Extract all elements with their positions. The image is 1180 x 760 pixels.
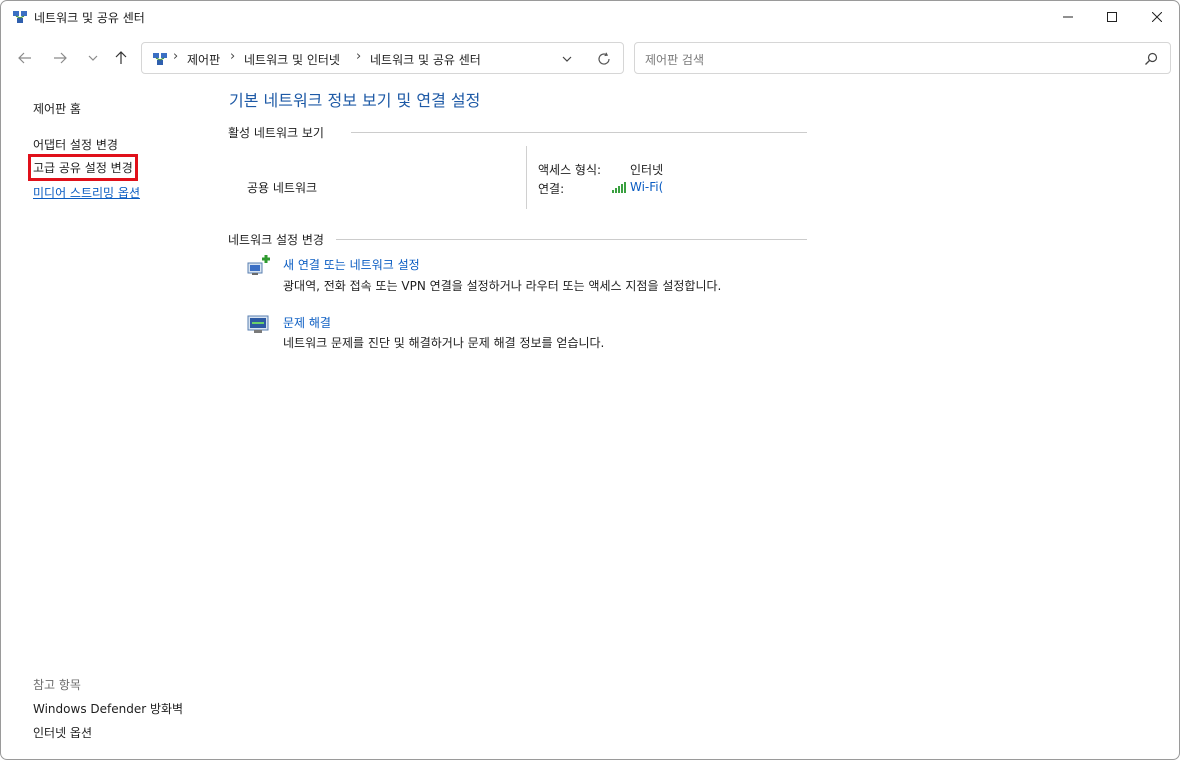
section-divider — [351, 132, 807, 133]
wifi-signal-icon — [612, 182, 626, 193]
page-title: 기본 네트워크 정보 보기 및 연결 설정 — [229, 91, 481, 110]
new-connection-icon — [247, 255, 270, 275]
up-button[interactable] — [109, 45, 133, 71]
network-center-icon — [13, 11, 27, 23]
troubleshoot-description: 네트워크 문제를 진단 및 해결하거나 문제 해결 정보를 얻습니다. — [283, 336, 605, 350]
search-input[interactable]: 제어판 검색 — [645, 51, 704, 68]
new-connection-link[interactable]: 새 연결 또는 네트워크 설정 — [283, 256, 420, 273]
wifi-connection-link[interactable]: Wi-Fi( — [630, 180, 663, 194]
address-dropdown-button[interactable] — [556, 51, 578, 67]
change-network-settings-heading: 네트워크 설정 변경 — [228, 233, 324, 247]
access-type-label: 액세스 형식: — [538, 163, 602, 177]
network-profile-name: 공용 네트워크 — [247, 181, 318, 195]
up-arrow-icon — [115, 51, 127, 64]
back-arrow-icon — [18, 52, 31, 64]
troubleshoot-icon — [247, 315, 269, 333]
back-button[interactable] — [13, 45, 37, 71]
search-box[interactable]: 제어판 검색 — [634, 42, 1171, 74]
minimize-icon — [1062, 16, 1073, 18]
access-type-value: 인터넷 — [630, 163, 664, 177]
minimize-button[interactable] — [1045, 1, 1090, 33]
section-divider — [336, 239, 807, 240]
breadcrumb-network-internet[interactable]: 네트워크 및 인터넷 — [244, 51, 340, 68]
refresh-icon — [598, 52, 610, 65]
address-bar[interactable]: › 제어판 › 네트워크 및 인터넷 › 네트워크 및 공유 센터 — [141, 42, 624, 74]
breadcrumb-separator: › — [230, 49, 236, 64]
forward-button[interactable] — [48, 45, 72, 71]
chevron-down-icon — [88, 55, 98, 61]
close-icon — [1151, 12, 1162, 22]
window: 네트워크 및 공유 센터 › 제어판 › 네트워크 및 인터넷 › 네트워크 및… — [0, 0, 1180, 760]
breadcrumb-separator: › — [356, 49, 362, 64]
internet-options-link[interactable]: 인터넷 옵션 — [33, 724, 92, 741]
connection-label: 연결: — [538, 182, 565, 196]
media-streaming-options-link[interactable]: 미디어 스트리밍 옵션 — [33, 184, 140, 201]
search-icon[interactable] — [1143, 51, 1159, 67]
breadcrumb-network-sharing-center[interactable]: 네트워크 및 공유 센터 — [370, 51, 481, 68]
breadcrumb-control-panel[interactable]: 제어판 — [187, 51, 220, 68]
troubleshoot-link[interactable]: 문제 해결 — [283, 314, 331, 331]
window-title: 네트워크 및 공유 센터 — [34, 11, 145, 25]
breadcrumb-separator: › — [173, 49, 179, 64]
new-connection-description: 광대역, 전화 접속 또는 VPN 연결을 설정하거나 라우터 또는 액세스 지… — [283, 279, 722, 293]
recent-locations-button[interactable] — [81, 45, 105, 71]
vertical-divider — [526, 146, 527, 209]
title-bar[interactable]: 네트워크 및 공유 센터 — [1, 1, 1179, 33]
close-button[interactable] — [1134, 1, 1179, 33]
control-panel-home-link[interactable]: 제어판 홈 — [33, 100, 81, 117]
refresh-button[interactable] — [593, 51, 615, 67]
chevron-down-icon — [562, 56, 572, 62]
network-center-icon — [153, 53, 167, 65]
active-networks-heading: 활성 네트워크 보기 — [228, 126, 324, 140]
maximize-button[interactable] — [1089, 1, 1134, 33]
change-adapter-settings-link[interactable]: 어댑터 설정 변경 — [33, 136, 118, 153]
see-also-heading: 참고 항목 — [33, 678, 81, 692]
maximize-icon — [1106, 12, 1117, 22]
windows-defender-firewall-link[interactable]: Windows Defender 방화벽 — [33, 700, 183, 717]
forward-arrow-icon — [54, 52, 67, 64]
advanced-sharing-settings-link[interactable]: 고급 공유 설정 변경 — [28, 154, 138, 181]
